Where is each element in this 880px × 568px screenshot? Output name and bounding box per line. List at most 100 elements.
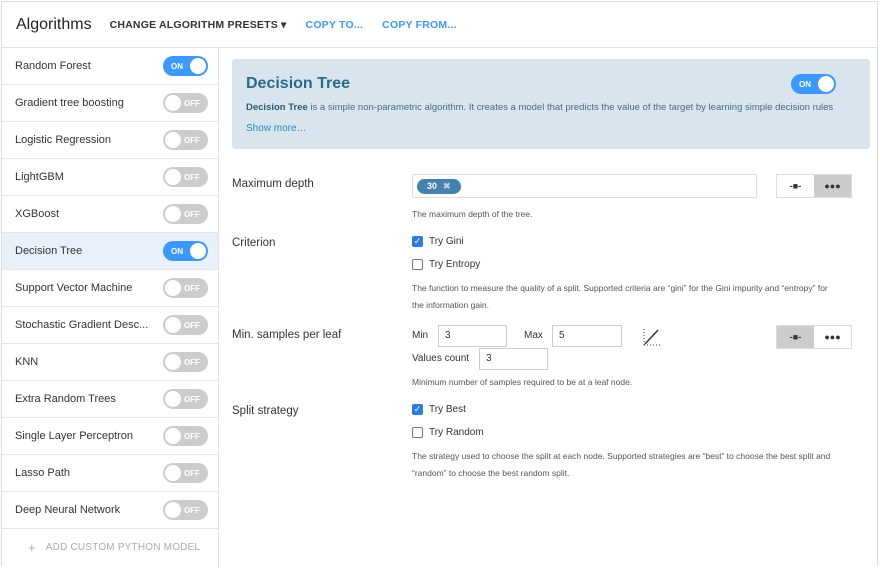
toggle-knob bbox=[165, 428, 181, 444]
change-presets-button[interactable]: CHANGE ALGORITHM PRESETS ▾ bbox=[110, 19, 287, 31]
sidebar-item[interactable]: XGBoost OFF bbox=[2, 196, 218, 233]
toggle-label: ON bbox=[171, 246, 183, 256]
toggle-label: ON bbox=[799, 79, 811, 89]
toggle-knob bbox=[190, 58, 206, 74]
explicit-mode-button[interactable]: -■- bbox=[777, 175, 814, 197]
algorithm-toggle[interactable]: OFF bbox=[163, 278, 208, 298]
toggle-label: OFF bbox=[184, 98, 200, 108]
sidebar-item[interactable]: LightGBM OFF bbox=[2, 159, 218, 196]
toggle-knob bbox=[165, 95, 181, 111]
algorithm-name: Gradient tree boosting bbox=[15, 97, 124, 109]
sidebar-item[interactable]: Logistic Regression OFF bbox=[2, 122, 218, 159]
toggle-label: OFF bbox=[184, 468, 200, 478]
algorithm-toggle[interactable]: OFF bbox=[163, 130, 208, 150]
toggle-label: OFF bbox=[184, 283, 200, 293]
algorithm-description: Decision Tree is a simple non-parametric… bbox=[246, 102, 854, 113]
algorithm-settings: Decision Tree ON Decision Tree is a simp… bbox=[222, 48, 878, 568]
remove-tag-icon[interactable]: ✖ bbox=[443, 181, 451, 191]
sidebar-item[interactable]: Stochastic Gradient Desc... OFF bbox=[2, 307, 218, 344]
criterion-help: The function to measure the quality of a… bbox=[412, 280, 828, 314]
toggle-knob bbox=[165, 354, 181, 370]
tag-value: 30 bbox=[427, 181, 438, 191]
sidebar-item[interactable]: Single Layer Perceptron OFF bbox=[2, 418, 218, 455]
range-mode-button[interactable]: ●●● bbox=[814, 326, 851, 348]
toggle-label: OFF bbox=[184, 394, 200, 404]
add-custom-model-button[interactable]: + ADD CUSTOM PYTHON MODEL bbox=[2, 529, 218, 565]
algorithm-name: LightGBM bbox=[15, 171, 64, 183]
algorithm-toggle[interactable]: OFF bbox=[163, 352, 208, 372]
min-samples-label: Min. samples per leaf bbox=[232, 329, 342, 341]
try-best-checkbox[interactable]: ✓ Try Best bbox=[412, 404, 466, 415]
sidebar-item[interactable]: Random Forest ON bbox=[2, 48, 218, 85]
algorithm-toggle[interactable]: OFF bbox=[163, 93, 208, 113]
algorithm-toggle[interactable]: OFF bbox=[163, 315, 208, 335]
split-help: The strategy used to choose the split at… bbox=[412, 448, 830, 482]
explicit-mode-button[interactable]: -■- bbox=[777, 326, 814, 348]
checkbox-checked-icon: ✓ bbox=[412, 236, 423, 247]
algorithm-name: Extra Random Trees bbox=[15, 393, 116, 405]
values-count-label: Values count bbox=[412, 353, 470, 364]
algorithm-toggle[interactable]: OFF bbox=[163, 389, 208, 409]
algorithm-name: Single Layer Perceptron bbox=[15, 430, 134, 442]
copy-from-button[interactable]: COPY FROM... bbox=[382, 19, 457, 31]
sidebar-item[interactable]: KNN OFF bbox=[2, 344, 218, 381]
desc-text: is a simple non-parametric algorithm. It… bbox=[307, 102, 834, 113]
toggle-label: OFF bbox=[184, 172, 200, 182]
help-line: the information gain. bbox=[412, 300, 490, 310]
try-random-checkbox[interactable]: Try Random bbox=[412, 427, 484, 438]
algorithm-toggle[interactable]: OFF bbox=[163, 500, 208, 520]
algorithm-toggle[interactable]: ON bbox=[163, 56, 208, 76]
help-line: The function to measure the quality of a… bbox=[412, 283, 828, 293]
sidebar-item[interactable]: Decision Tree ON bbox=[2, 233, 218, 270]
toggle-label: OFF bbox=[184, 357, 200, 367]
toggle-knob bbox=[165, 391, 181, 407]
algorithm-toggle[interactable]: OFF bbox=[163, 426, 208, 446]
min-input[interactable]: 3 bbox=[438, 325, 507, 347]
toggle-label: OFF bbox=[184, 320, 200, 330]
min-label: Min bbox=[412, 330, 429, 341]
max-label: Max bbox=[524, 330, 543, 341]
algorithm-toggle[interactable]: ON bbox=[791, 74, 836, 94]
sidebar-item[interactable]: Deep Neural Network OFF bbox=[2, 492, 218, 529]
algorithm-toggle[interactable]: OFF bbox=[163, 463, 208, 483]
caret-down-icon: ▾ bbox=[281, 18, 287, 31]
algorithm-toggle[interactable]: ON bbox=[163, 241, 208, 261]
split-strategy-label: Split strategy bbox=[232, 405, 299, 417]
min-samples-help: Minimum number of samples required to be… bbox=[412, 377, 633, 387]
linear-scale-icon[interactable] bbox=[642, 327, 662, 347]
values-count-input[interactable]: 3 bbox=[479, 348, 548, 370]
try-gini-checkbox[interactable]: ✓ Try Gini bbox=[412, 236, 464, 247]
try-entropy-checkbox[interactable]: Try Entropy bbox=[412, 259, 480, 270]
sidebar-item[interactable]: Support Vector Machine OFF bbox=[2, 270, 218, 307]
algorithm-name: Decision Tree bbox=[15, 245, 83, 257]
page-title: Algorithms bbox=[16, 15, 92, 33]
toggle-knob bbox=[165, 280, 181, 296]
copy-to-button[interactable]: COPY TO... bbox=[306, 19, 364, 31]
toggle-knob bbox=[165, 169, 181, 185]
toggle-label: OFF bbox=[184, 505, 200, 515]
plus-icon: + bbox=[28, 539, 36, 555]
algorithm-toggle[interactable]: OFF bbox=[163, 204, 208, 224]
toggle-knob bbox=[165, 317, 181, 333]
add-custom-label: ADD CUSTOM PYTHON MODEL bbox=[45, 541, 201, 553]
checkbox-label: Try Gini bbox=[429, 236, 464, 247]
max-input[interactable]: 5 bbox=[552, 325, 622, 347]
sidebar-item[interactable]: Extra Random Trees OFF bbox=[2, 381, 218, 418]
sidebar-item[interactable]: Lasso Path OFF bbox=[2, 455, 218, 492]
algorithm-title: Decision Tree bbox=[246, 75, 351, 92]
algorithm-name: KNN bbox=[15, 356, 39, 368]
algorithm-name: XGBoost bbox=[15, 208, 60, 220]
range-mode-button[interactable]: ●●● bbox=[814, 175, 851, 197]
toggle-knob bbox=[190, 243, 206, 259]
algorithm-banner: Decision Tree ON Decision Tree is a simp… bbox=[232, 59, 870, 149]
toggle-knob bbox=[165, 502, 181, 518]
sidebar-item[interactable]: Gradient tree boosting OFF bbox=[2, 85, 218, 122]
algorithm-name: Deep Neural Network bbox=[15, 504, 121, 516]
desc-bold: Decision Tree bbox=[246, 102, 308, 113]
help-line: “random” to choose the best random split… bbox=[412, 468, 570, 478]
presets-label: CHANGE ALGORITHM PRESETS bbox=[109, 18, 278, 31]
algorithm-name: Stochastic Gradient Desc... bbox=[15, 319, 149, 331]
algorithm-toggle[interactable]: OFF bbox=[163, 167, 208, 187]
max-depth-input[interactable]: 30 ✖ bbox=[412, 174, 757, 198]
show-more-link[interactable]: Show more… bbox=[246, 123, 856, 134]
